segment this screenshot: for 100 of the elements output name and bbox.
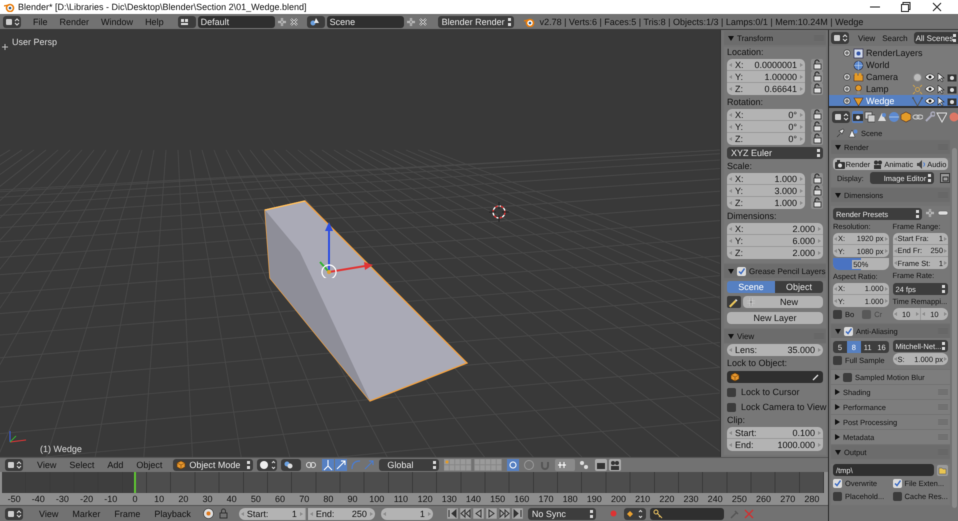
number-field[interactable]: X: 0° <box>727 109 805 121</box>
cone-icon[interactable] <box>876 110 887 122</box>
number-field[interactable]: End: 1000.000 <box>727 439 823 451</box>
object-field[interactable] <box>727 371 823 383</box>
3d-cursor-icon[interactable] <box>489 202 509 222</box>
filter-dropdown[interactable]: All Scenes <box>914 32 958 44</box>
menu-item[interactable]: Help <box>139 16 170 26</box>
end-frame-field[interactable]: End: 250 <box>308 508 375 520</box>
padlock-icon[interactable] <box>811 109 823 121</box>
number-field[interactable]: X: 1.000 <box>727 173 805 185</box>
axes-toggle-icon[interactable] <box>322 459 334 471</box>
layout-icon[interactable] <box>178 16 196 28</box>
manipulator-toggle-icon[interactable] <box>305 459 318 471</box>
render-visibility-icon[interactable] <box>947 72 957 82</box>
menu-item[interactable]: Window <box>95 16 140 26</box>
number-field[interactable]: Y: 1.00000 <box>727 71 805 83</box>
number-field[interactable]: Z: 1.000 <box>727 197 805 209</box>
jump-end-icon[interactable] <box>512 508 523 519</box>
render-still-icon[interactable] <box>595 459 608 471</box>
expand-plus-icon[interactable] <box>843 97 851 105</box>
play-reverse-icon[interactable] <box>472 508 484 519</box>
number-field[interactable]: Y: 6.000 <box>727 235 823 247</box>
eye-icon[interactable] <box>925 85 935 93</box>
keying-set-field[interactable] <box>650 508 724 520</box>
render-engine-dropdown[interactable]: Blender Render <box>438 16 514 28</box>
play-icon[interactable] <box>486 508 497 519</box>
keying-dropdown-icon[interactable] <box>624 508 646 520</box>
padlock-icon[interactable] <box>811 133 823 145</box>
plus-icon[interactable] <box>2 44 8 50</box>
pencil-icon[interactable] <box>727 296 741 308</box>
eye-icon[interactable] <box>925 97 935 105</box>
maximize-icon[interactable] <box>901 2 911 12</box>
layout-field[interactable]: Default <box>198 16 275 28</box>
editor-type-icon[interactable] <box>5 459 23 471</box>
scrollbar[interactable] <box>952 148 957 508</box>
number-field[interactable]: Z: 2.000 <box>727 247 823 259</box>
eye-icon[interactable] <box>925 73 935 81</box>
orientation-dropdown[interactable]: Global <box>379 459 440 471</box>
menu-item[interactable]: Select <box>63 460 100 470</box>
menu-item[interactable]: File <box>27 16 54 26</box>
clock-icon[interactable] <box>202 508 214 519</box>
expand-plus-icon[interactable] <box>843 73 851 81</box>
tab[interactable]: Scene <box>727 281 775 293</box>
menu-item[interactable]: Frame <box>108 508 146 518</box>
number-field[interactable]: X: 0.0000001 <box>727 59 805 71</box>
panel-header[interactable]: Grease Pencil Layers <box>724 264 826 278</box>
menu-item[interactable]: View <box>31 460 62 470</box>
expand-plus-icon[interactable] <box>843 49 851 57</box>
editor-type-icon[interactable] <box>5 508 23 520</box>
layers-icon[interactable] <box>864 110 875 122</box>
number-field[interactable]: Y: 3.000 <box>727 185 805 197</box>
number-field[interactable]: Z: 0.66641 <box>727 83 805 95</box>
outliner-item[interactable]: Lamp <box>829 83 958 95</box>
menu-item[interactable]: Marker <box>66 508 106 518</box>
outliner-item[interactable]: Camera <box>829 71 958 83</box>
padlock-icon[interactable] <box>811 83 823 95</box>
padlock-icon[interactable] <box>811 71 823 83</box>
number-field[interactable]: Y: 0° <box>727 121 805 133</box>
padlock-icon[interactable] <box>811 59 823 71</box>
panel-header[interactable]: Transform <box>724 31 826 45</box>
menu-item[interactable]: Add <box>101 460 130 470</box>
sync-dropdown[interactable]: No Sync <box>528 508 596 520</box>
triangle-icon[interactable] <box>936 110 947 122</box>
padlock-icon[interactable] <box>811 197 823 209</box>
checkbox[interactable] <box>833 479 842 488</box>
add-icon[interactable] <box>925 208 935 218</box>
camera-icon[interactable] <box>852 110 863 122</box>
snap-target-icon[interactable] <box>578 459 590 471</box>
jump-start-icon[interactable] <box>446 508 458 519</box>
cube-icon[interactable] <box>900 110 911 122</box>
eyedropper-icon[interactable] <box>812 373 820 381</box>
outliner-item[interactable]: RenderLayers <box>829 47 958 59</box>
number-field[interactable]: Lens: 35.000 <box>727 344 823 356</box>
plus-icon[interactable] <box>406 16 416 26</box>
render-visibility-icon[interactable] <box>947 96 957 106</box>
padlock-icon[interactable] <box>811 121 823 133</box>
jump-keyframe-back-icon[interactable] <box>460 508 471 519</box>
new-button[interactable]: New <box>743 296 823 308</box>
menu-item[interactable]: View <box>33 508 64 518</box>
checkbox[interactable] <box>833 492 842 501</box>
number-field[interactable]: Z: 0° <box>727 133 805 145</box>
folder-icon[interactable] <box>937 464 948 476</box>
jump-keyframe-forward-icon[interactable] <box>498 508 510 519</box>
panel-header[interactable]: View <box>724 329 826 343</box>
menu-item[interactable]: Object <box>130 460 168 470</box>
pivot-dropdown-icon[interactable] <box>281 459 302 471</box>
checkbox[interactable] <box>833 310 842 319</box>
remove-icon[interactable] <box>938 210 948 216</box>
shading-dropdown-icon[interactable] <box>257 459 278 471</box>
checkbox[interactable] <box>892 479 902 488</box>
start-frame-field[interactable]: Start: 1 <box>238 508 306 520</box>
checkbox[interactable] <box>727 388 736 396</box>
render-animation-icon[interactable] <box>609 459 622 471</box>
snap-element-icon[interactable] <box>555 459 576 471</box>
editor-type-icon[interactable] <box>832 110 850 122</box>
checkbox[interactable] <box>833 356 842 365</box>
plus-icon[interactable] <box>746 297 756 307</box>
plus-icon[interactable] <box>276 16 287 26</box>
editor-type-icon[interactable] <box>831 32 849 44</box>
checkbox[interactable] <box>843 372 852 382</box>
